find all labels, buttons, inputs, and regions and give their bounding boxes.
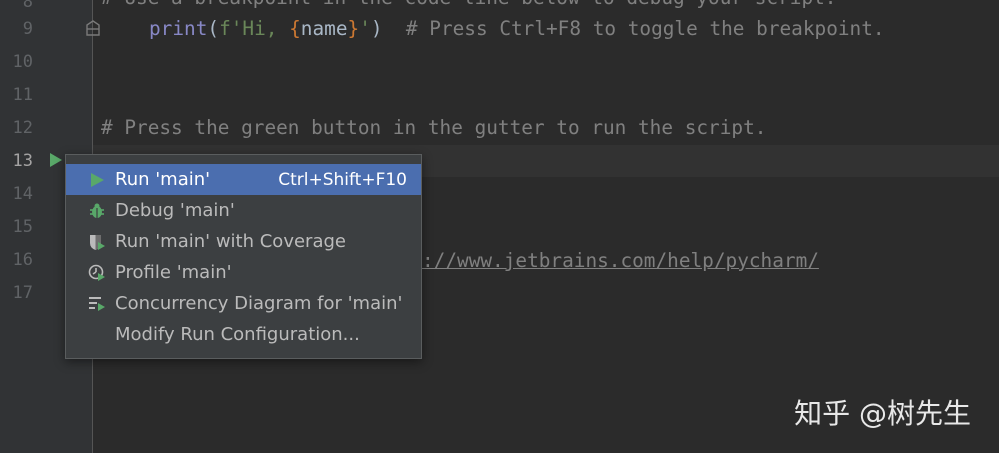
brace-open: { [289, 17, 301, 40]
line-number-active: 13 [12, 151, 33, 171]
menu-item-debug-main[interactable]: Debug 'main' [66, 195, 421, 226]
line-number: 10 [12, 52, 33, 72]
fstring-start: f'Hi, [219, 17, 290, 40]
coverage-shield-icon [85, 232, 109, 252]
menu-item-run-main[interactable]: Run 'main' Ctrl+Shift+F10 [66, 164, 421, 195]
line-number: 8 [22, 0, 33, 12]
line-number: 16 [12, 250, 33, 270]
zhihu-watermark: 知乎 @树先生 [794, 397, 971, 430]
line-number: 11 [12, 85, 33, 105]
line-number: 9 [22, 19, 33, 39]
paren-close: ) [370, 17, 383, 40]
menu-item-modify-run-configuration[interactable]: Modify Run Configuration... [66, 319, 421, 350]
line-number: 12 [12, 118, 33, 138]
menu-item-label: Modify Run Configuration... [115, 324, 360, 345]
menu-item-label: Run 'main' [115, 169, 211, 190]
line-number: 14 [12, 184, 33, 204]
menu-item-run-with-coverage[interactable]: Run 'main' with Coverage [66, 226, 421, 257]
breakpoint-bookmark-icon[interactable] [86, 20, 100, 36]
help-link[interactable]: ://www.jetbrains.com/help/pycharm/ [422, 249, 819, 273]
menu-item-label: Run 'main' with Coverage [115, 231, 346, 252]
line-number: 15 [12, 217, 33, 237]
run-icon [85, 170, 109, 190]
debug-bug-icon [85, 201, 109, 221]
menu-item-shortcut: Ctrl+Shift+F10 [278, 169, 407, 190]
run-context-menu: Run 'main' Ctrl+Shift+F10 Debug 'main' R… [65, 154, 422, 359]
line9-comment: # Press Ctrl+F8 to toggle the breakpoint… [405, 17, 885, 40]
code-line-8: # Use a breakpoint in the code line belo… [101, 0, 836, 10]
code-line-12: # Press the green button in the gutter t… [101, 116, 767, 139]
menu-item-label: Debug 'main' [115, 200, 235, 221]
menu-item-concurrency-diagram[interactable]: Concurrency Diagram for 'main' [66, 288, 421, 319]
code-line-9: print(f'Hi, {name}') # Press Ctrl+F8 to … [149, 17, 885, 41]
gutter-run-icon[interactable] [49, 153, 63, 167]
fstring-end: ' [359, 17, 371, 40]
print-builtin: print [149, 17, 208, 40]
name-var: name [300, 17, 348, 40]
brace-close: } [347, 17, 360, 40]
menu-item-label: Profile 'main' [115, 262, 232, 283]
paren-open: ( [207, 17, 220, 40]
concurrency-diagram-icon [85, 294, 109, 314]
menu-item-label: Concurrency Diagram for 'main' [115, 293, 403, 314]
profiler-icon [85, 263, 109, 283]
line-number: 17 [12, 283, 33, 303]
menu-item-profile-main[interactable]: Profile 'main' [66, 257, 421, 288]
